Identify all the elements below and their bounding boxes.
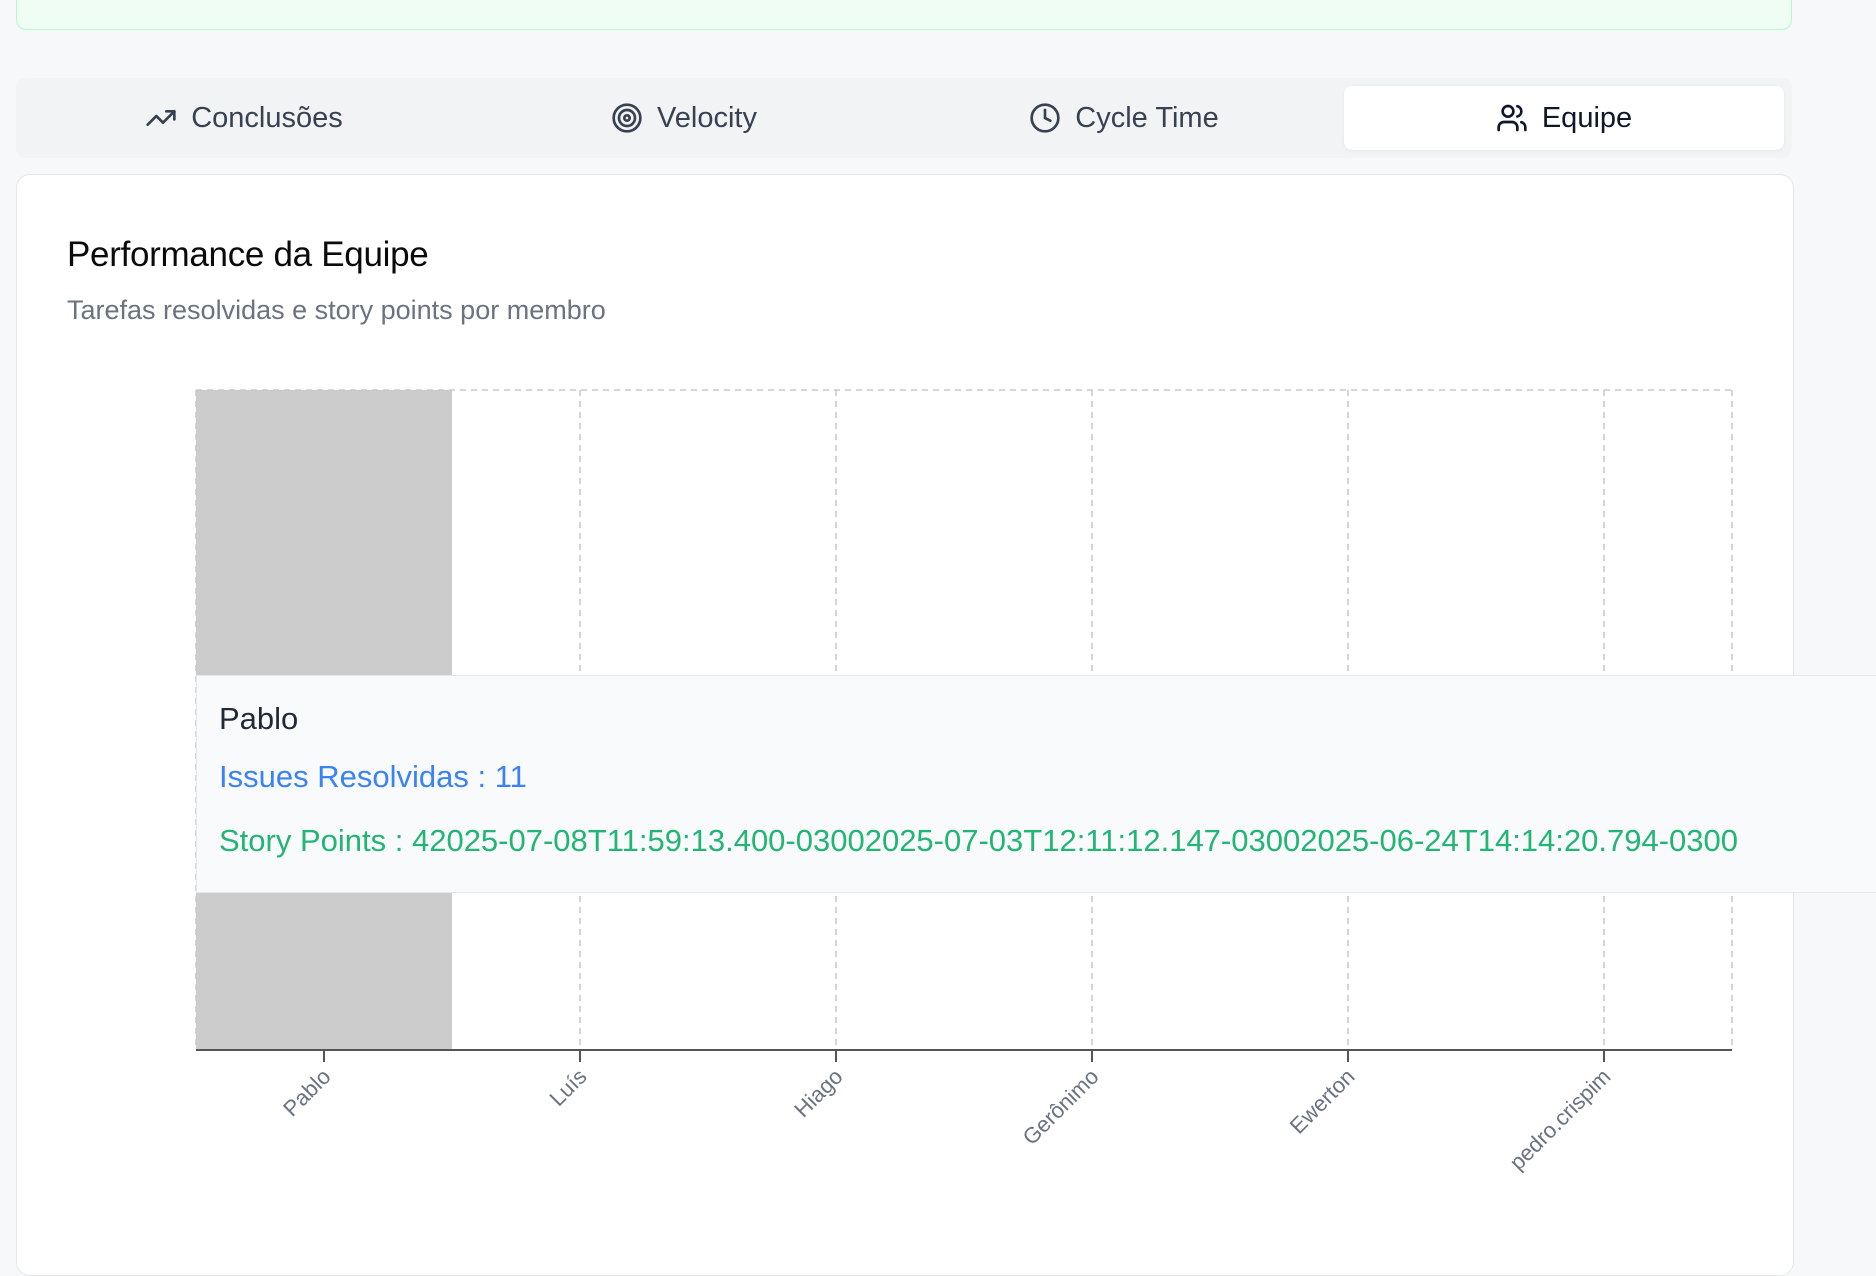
x-axis-tick-label: Hiago bbox=[789, 1064, 847, 1122]
x-axis-tick-label: Gerônimo bbox=[1018, 1064, 1104, 1150]
tooltip-points-value: 42025-07-08T11:59:13.400-03002025-07-03T… bbox=[411, 823, 1739, 858]
x-axis-tick-label: Ewerton bbox=[1285, 1064, 1360, 1139]
chart-tooltip: Pablo Issues Resolvidas : 11 Story Point… bbox=[196, 675, 1876, 893]
tooltip-label: Pablo bbox=[219, 701, 299, 736]
tooltip-points-name: Story Points bbox=[219, 823, 387, 858]
tooltip-issues-row: Issues Resolvidas : 11 bbox=[219, 759, 1876, 794]
tooltip-issues-name: Issues Resolvidas bbox=[219, 759, 469, 794]
tooltip-points-row: Story Points : 42025-07-08T11:59:13.400-… bbox=[219, 823, 1876, 858]
x-axis-tick-label: pedro.crispim bbox=[1504, 1064, 1615, 1175]
x-axis-tick-label: Pablo bbox=[278, 1064, 335, 1121]
tooltip-issues-value: 11 bbox=[494, 759, 527, 794]
tooltip-separator: : bbox=[468, 759, 495, 794]
tooltip-separator: : bbox=[386, 823, 412, 858]
x-axis-tick-label: Luís bbox=[544, 1064, 591, 1111]
team-performance-chart[interactable]: Pablo Luís Hiago Gerônimo Ewerton pedro.crisp… bbox=[0, 0, 1876, 1212]
